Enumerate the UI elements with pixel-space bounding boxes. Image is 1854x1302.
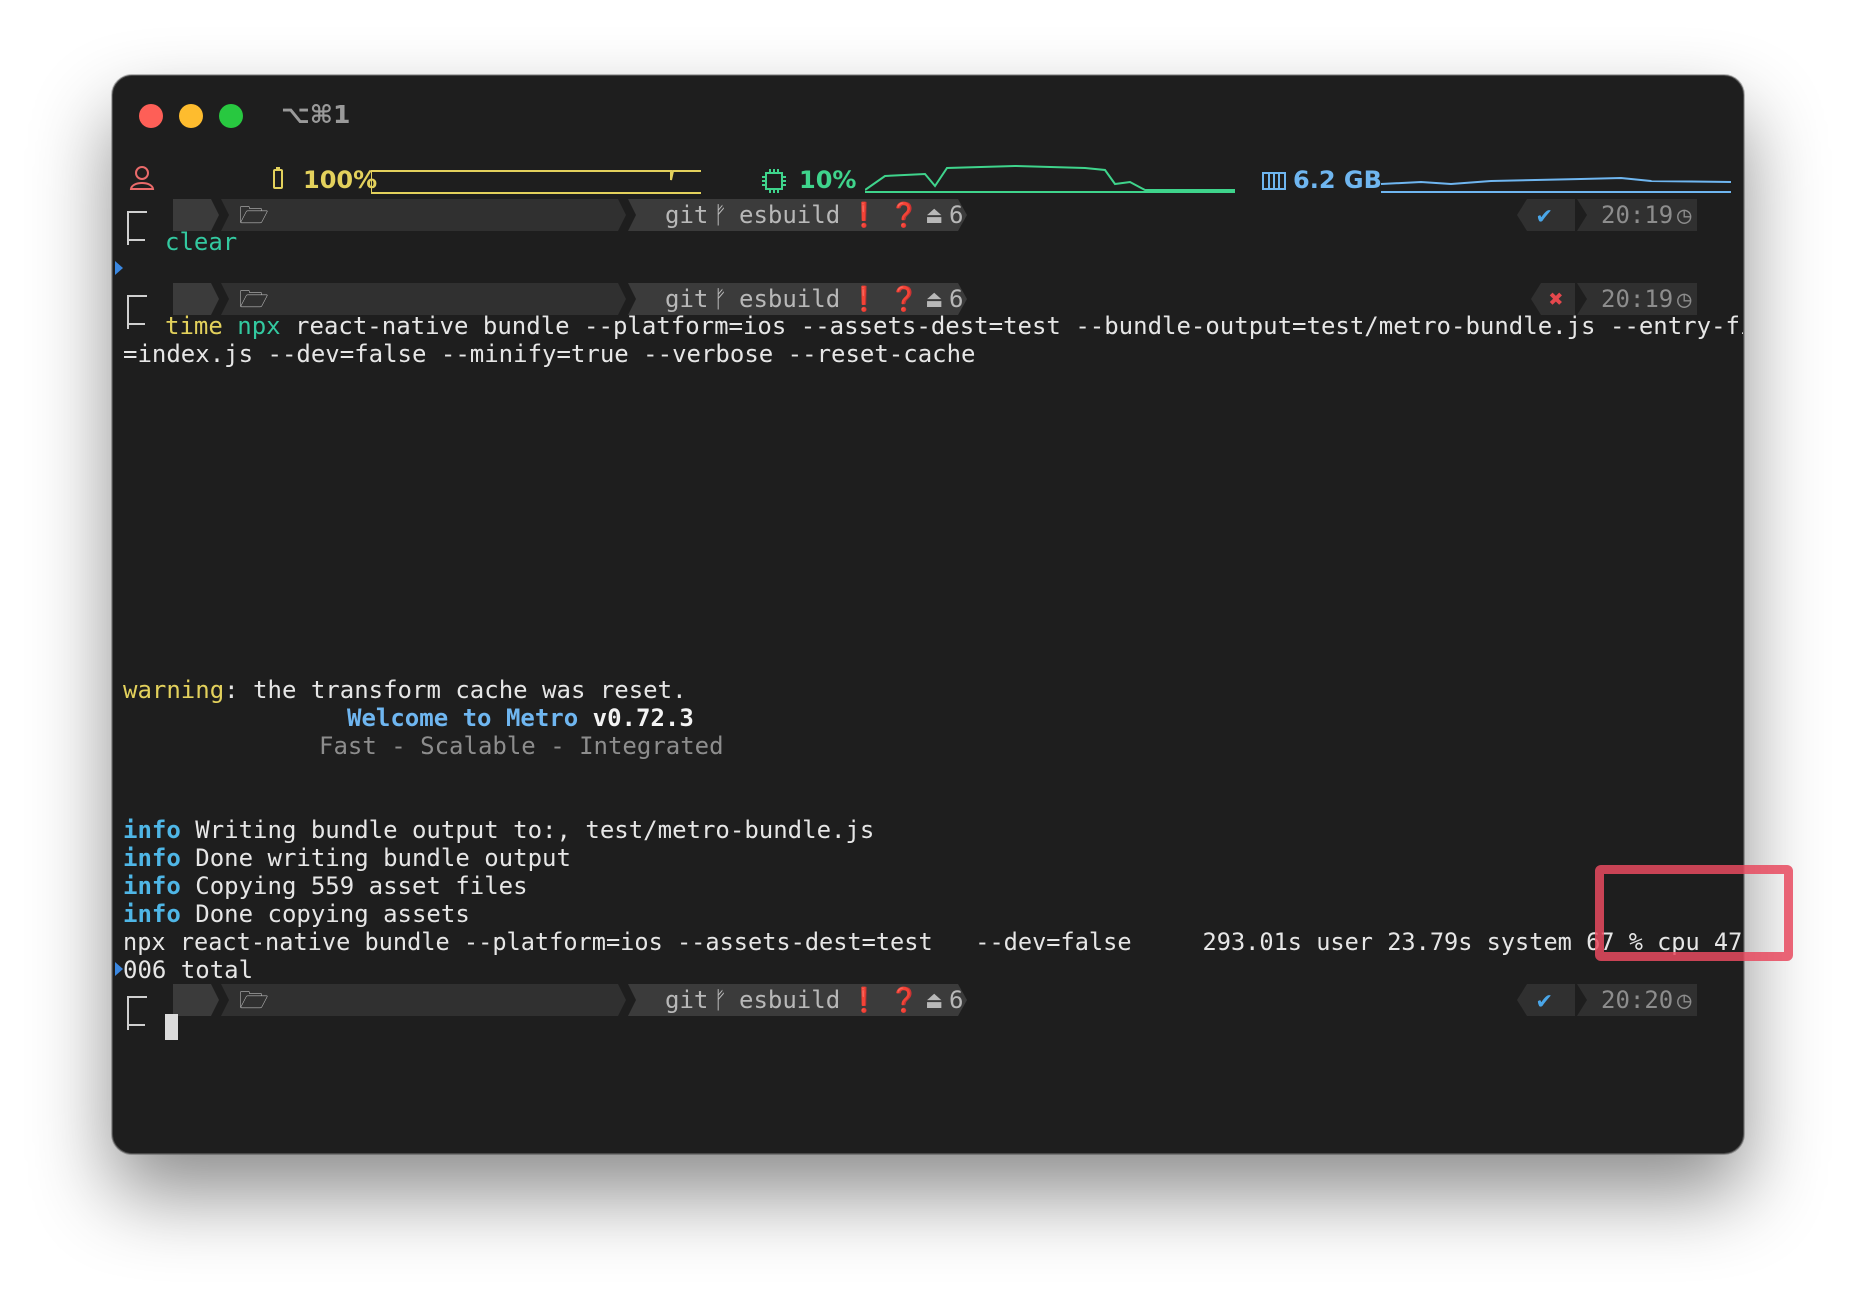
folder-icon: 🗁 [239,285,269,313]
prompt-right: ✖ 20:19 ◷ [1507,283,1699,315]
stash-icon: ⏏ [927,201,942,229]
metro-banner: Welcome to Metro v0.72.3 [347,704,694,732]
annotation-highlight-box [1595,865,1793,961]
git-modified-icon: ❗ [849,986,879,1014]
battery-percent: 100% [303,166,378,194]
git-untracked-icon: ❓ [889,201,919,229]
memory-usage: 6.2 GB [1293,166,1382,194]
info-line: info Copying 559 asset files [123,872,528,900]
clock-icon: ◷ [1677,285,1692,313]
memory-icon [1262,172,1286,190]
prompt-line: 🗁 git ᚠ esbuild ❗ ❓ ⏏ 6 ✖ 20:19 ◷ [127,283,1729,329]
terminal-window: ⌥⌘1 100% 10% 6.2 GB 🗁 git ᚠ esbuild ❗ ❓ … [112,75,1744,1154]
clock-icon: ◷ [1677,201,1692,229]
prompt-right: ✔ 20:19 ◷ [1507,199,1699,231]
stash-count: 6 [949,285,964,313]
branch-icon: ᚠ [713,986,728,1014]
stash-count: 6 [949,201,964,229]
info-line: info Writing bundle output to:, test/met… [123,816,875,844]
cpu-icon [762,169,786,193]
prompt-segments: 🗁 git ᚠ esbuild ❗ ❓ ⏏ 6 [173,199,967,231]
minimize-button[interactable] [179,104,203,128]
prompt-time: 20:19 [1601,201,1674,229]
battery-icon [273,167,283,189]
timing-line: npx react-native bundle --platform=ios -… [123,928,1744,956]
zoom-button[interactable] [219,104,243,128]
clock-icon: ◷ [1677,986,1692,1014]
branch-name: esbuild [739,285,841,313]
cpu-percent: 10% [799,166,857,194]
stash-icon: ⏏ [927,986,942,1014]
branch-icon: ᚠ [713,285,728,313]
prompt-marker [115,962,123,976]
timing-line-wrap: 006 total [123,956,254,984]
cpu-graph [865,164,1235,193]
folder-icon: 🗁 [239,201,269,229]
close-button[interactable] [139,104,163,128]
status-ok-icon: ✔ [1537,201,1552,229]
prompt-segments: 🗁 git ᚠ esbuild ❗ ❓ ⏏ 6 [173,984,967,1016]
prompt-line: 🗁 git ᚠ esbuild ❗ ❓ ⏏ 6 ✔ 20:20 ◷ [127,984,1729,1030]
branch-icon: ᚠ [713,201,728,229]
git-untracked-icon: ❓ [889,285,919,313]
stash-icon: ⏏ [927,285,942,313]
status-error-icon: ✖ [1549,285,1564,313]
user-icon [129,166,155,190]
text-cursor[interactable] [165,1014,178,1040]
info-line: info Done copying assets [123,900,470,928]
warning-line: warning: the transform cache was reset. [123,676,687,704]
prompt-time: 20:20 [1601,986,1674,1014]
stash-count: 6 [949,986,964,1014]
metro-tagline: Fast - Scalable - Integrated [319,732,724,760]
git-untracked-icon: ❓ [889,986,919,1014]
window-title: ⌥⌘1 [281,100,351,129]
command-text: time npx react-native bundle --platform=… [165,312,1744,340]
prompt-line: 🗁 git ᚠ esbuild ❗ ❓ ⏏ 6 ✔ 20:19 ◷ [127,199,1729,245]
git-modified-icon: ❗ [849,201,879,229]
status-ok-icon: ✔ [1537,986,1552,1014]
prompt-marker [115,261,123,275]
branch-name: esbuild [739,986,841,1014]
git-modified-icon: ❗ [849,285,879,313]
folder-icon: 🗁 [239,986,269,1014]
command-text: clear [165,228,238,256]
battery-graph [371,170,701,194]
prompt-segments: 🗁 git ᚠ esbuild ❗ ❓ ⏏ 6 [173,283,967,315]
git-label: git [665,285,709,313]
branch-name: esbuild [739,201,841,229]
git-label: git [665,986,709,1014]
git-label: git [665,201,709,229]
info-line: info Done writing bundle output [123,844,571,872]
prompt-right: ✔ 20:20 ◷ [1507,984,1699,1016]
prompt-time: 20:19 [1601,285,1674,313]
memory-graph [1381,176,1731,193]
command-text-wrap: =index.js --dev=false --minify=true --ve… [123,340,976,368]
